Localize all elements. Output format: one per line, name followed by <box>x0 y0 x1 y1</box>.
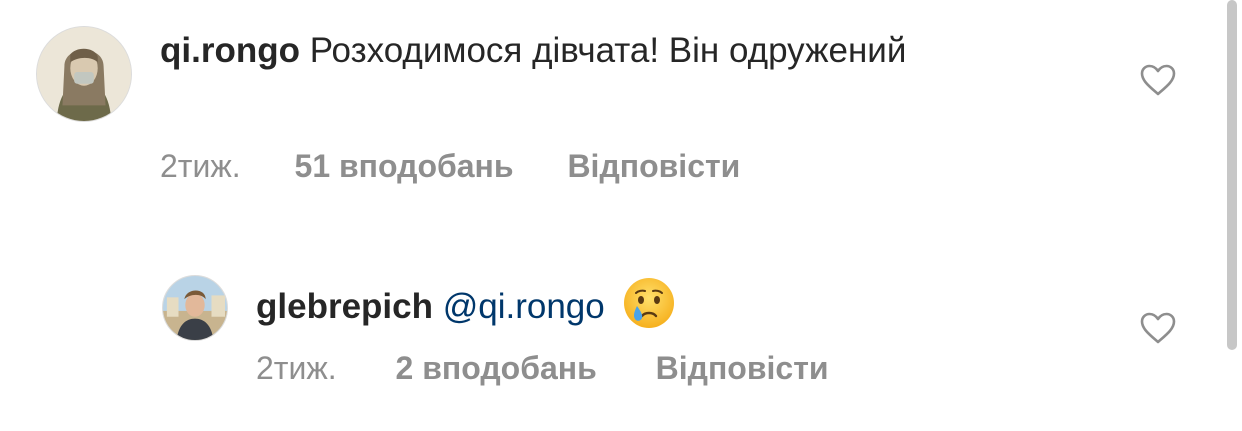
comment-text: qi.rongo Розходимося дівчата! Він одруже… <box>160 28 1060 74</box>
like-heart-icon[interactable] <box>1140 312 1176 344</box>
scrollbar[interactable] <box>1227 0 1237 350</box>
likes-count[interactable]: 2 вподобань <box>396 348 597 388</box>
timestamp: 2тиж. <box>256 350 337 386</box>
username[interactable]: glebrepich <box>256 287 433 326</box>
avatar[interactable] <box>162 275 228 341</box>
comment-message: Розходимося дівчата! Він одружений <box>309 31 907 70</box>
likes-count[interactable]: 51 вподобань <box>295 146 514 186</box>
reply-button[interactable]: Відповісти <box>656 348 829 388</box>
comment-text: glebrepich @qi.rongo <box>256 276 1136 330</box>
avatar-image <box>163 276 227 340</box>
reply-button[interactable]: Відповісти <box>567 146 740 186</box>
comment-meta: 2тиж. 51 вподобань Відповісти <box>160 146 740 186</box>
avatar[interactable] <box>36 26 132 122</box>
comment-meta: 2тиж. 2 вподобань Відповісти <box>256 348 829 388</box>
avatar-image <box>37 27 131 121</box>
crying-face-icon <box>622 276 676 330</box>
timestamp: 2тиж. <box>160 148 241 184</box>
like-heart-icon[interactable] <box>1140 64 1176 96</box>
username[interactable]: qi.rongo <box>160 31 300 70</box>
mention-link[interactable]: @qi.rongo <box>443 287 605 326</box>
